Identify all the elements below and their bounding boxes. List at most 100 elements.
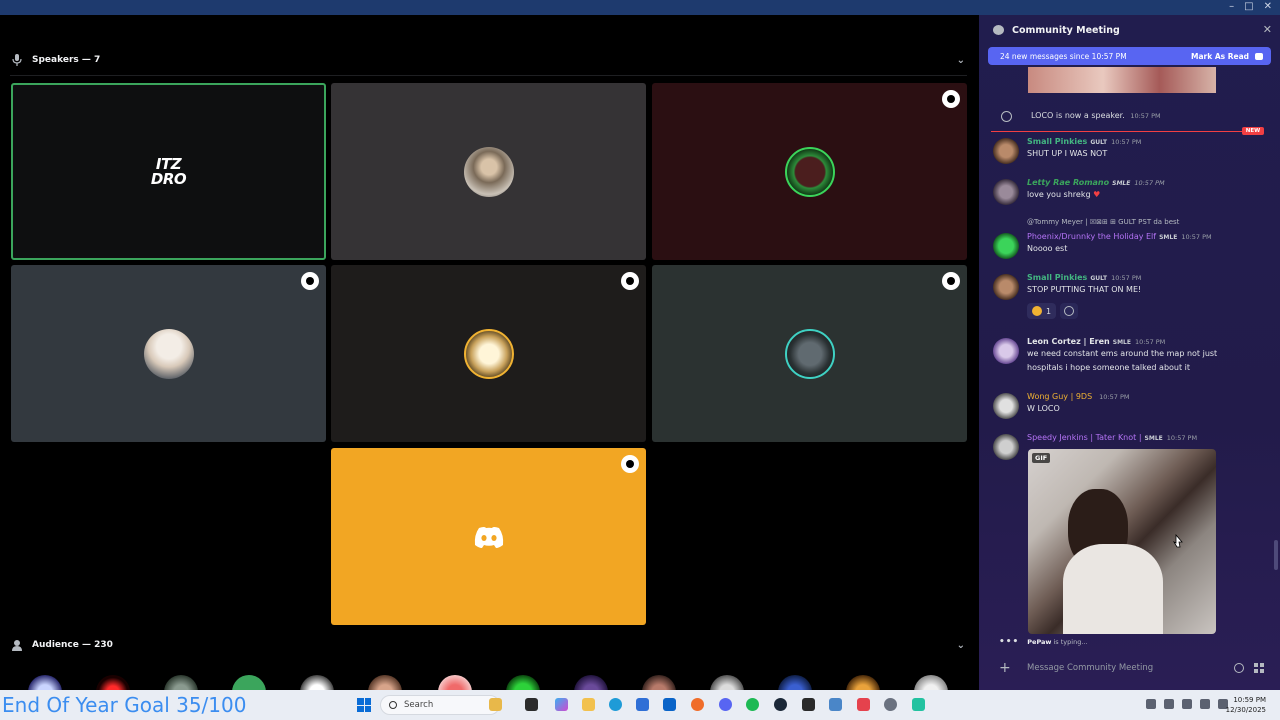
store-icon[interactable]: [636, 698, 649, 711]
speakers-header[interactable]: Speakers — 7 ⌄: [0, 45, 977, 75]
reply-reference[interactable]: @Tommy Meyer | ☒⊠⊞ ⊞ GULT PST da best: [1027, 218, 1179, 226]
speaker-tile[interactable]: [331, 265, 646, 442]
message-author[interactable]: Leon Cortez | Eren SMLE 10:57 PM: [1027, 337, 1165, 346]
new-messages-banner[interactable]: 24 new messages since 10:57 PM Mark As R…: [988, 47, 1271, 65]
typing-text: PePaw is typing...: [1027, 638, 1087, 646]
chat-scrollbar[interactable]: [1274, 540, 1278, 570]
avatar[interactable]: [993, 393, 1019, 419]
discord-icon[interactable]: [719, 698, 732, 711]
message-text-line-2: hospitals i hope someone talked about it: [1027, 363, 1191, 372]
folder-icon[interactable]: [582, 698, 595, 711]
maximize-button[interactable]: □: [1244, 1, 1253, 12]
guild-tag: SMLE: [1144, 435, 1163, 442]
network-icon[interactable]: [1182, 699, 1192, 709]
volume-icon[interactable]: [1200, 699, 1210, 709]
outlook-icon[interactable]: [663, 698, 676, 711]
message-text-content: love you shrekg: [1027, 190, 1091, 199]
system-message: LOCO is now a speaker. 10:57 PM: [979, 108, 1280, 124]
app-root: – □ ✕ Speakers — 7 ⌄ ITZ DRO Audience — …: [0, 0, 1280, 720]
settings-icon[interactable]: [884, 698, 897, 711]
guild-tag: GULT: [1090, 275, 1108, 282]
system-message-text: LOCO is now a speaker. 10:57 PM: [1031, 111, 1161, 120]
message-author[interactable]: Small Pinkies GULT 10:57 PM: [1027, 273, 1141, 282]
guild-tag: GULT: [1090, 139, 1108, 146]
microphone-tray-icon[interactable]: [1164, 699, 1174, 709]
chevron-down-icon[interactable]: ⌄: [957, 640, 965, 651]
message-text: we need constant ems around the map not …: [1027, 349, 1218, 358]
stage-area: Speakers — 7 ⌄ ITZ DRO Audience — 230 ⌄: [0, 15, 977, 709]
notepad-icon[interactable]: [829, 698, 842, 711]
minimize-button[interactable]: –: [1229, 1, 1234, 12]
taskbar-clock[interactable]: 10:59 PM 12/30/2025: [1226, 695, 1266, 715]
speaker-tile[interactable]: [652, 265, 967, 442]
gif-attachment[interactable]: GIF: [1028, 449, 1216, 634]
message-author[interactable]: Phoenix/Drunnky the Holiday Elf SMLE 10:57…: [1027, 232, 1212, 241]
chat-title: Community Meeting: [1012, 24, 1120, 36]
guild-tag: SMLE: [1159, 234, 1178, 241]
message-author[interactable]: Wong Guy | 9DS 10:57 PM: [1027, 392, 1129, 401]
system-user[interactable]: LOCO: [1031, 111, 1053, 120]
emoji-picker-icon[interactable]: [1234, 663, 1244, 673]
avatar[interactable]: [993, 274, 1019, 300]
avatar[interactable]: [993, 179, 1019, 205]
apps-grid-icon[interactable]: [1254, 663, 1264, 673]
avatar[interactable]: [993, 233, 1019, 259]
message-author[interactable]: Letty Rae Romano SMLE 10:57 PM: [1027, 178, 1165, 187]
firefox-icon[interactable]: [691, 698, 704, 711]
steam-icon[interactable]: [774, 698, 787, 711]
speaker-tile[interactable]: [11, 265, 326, 442]
file-explorer-icon[interactable]: [489, 698, 502, 711]
terminal-icon[interactable]: [802, 698, 815, 711]
chevron-down-icon[interactable]: ⌄: [957, 55, 965, 66]
mark-as-read-button[interactable]: Mark As Read: [1191, 52, 1249, 61]
gif-image-partial[interactable]: [1028, 67, 1216, 93]
speaker-tile[interactable]: [331, 83, 646, 260]
search-placeholder: Search: [404, 700, 434, 710]
task-view-icon[interactable]: [525, 698, 538, 711]
speaker-tile-default[interactable]: [331, 448, 646, 625]
people-icon: [12, 639, 22, 651]
message-text: STOP PUTTING THAT ON ME!: [1027, 285, 1142, 294]
chat-header: Community Meeting ✕: [979, 15, 1280, 45]
message-text: W LOCO: [1027, 404, 1060, 413]
message-author[interactable]: Speedy Jenkins | Tater Knot | SMLE 10:57 P…: [1027, 433, 1197, 442]
avatar[interactable]: [993, 338, 1019, 364]
timestamp: 10:57 PM: [1134, 179, 1165, 187]
chevron-up-icon[interactable]: [1146, 699, 1156, 709]
reaction-bar: 1: [1027, 303, 1079, 319]
guild-tag: SMLE: [1112, 180, 1131, 187]
mouse-cursor-icon: [1173, 534, 1183, 548]
avatar: [463, 146, 514, 197]
copilot-icon[interactable]: [555, 698, 568, 711]
timestamp: 10:57 PM: [1181, 233, 1212, 241]
chat-panel: Community Meeting ✕ 24 new messages sinc…: [979, 15, 1280, 690]
windows-taskbar: End Of Year Goal 35/100 Search 10:59 PM …: [0, 690, 1280, 720]
add-reaction-icon[interactable]: [1060, 303, 1079, 319]
message-composer[interactable]: + Message Community Meeting: [989, 655, 1272, 681]
avatar[interactable]: [993, 138, 1019, 164]
author-name: Phoenix/Drunnky the Holiday Elf: [1027, 232, 1157, 241]
windows-start-icon[interactable]: [357, 698, 371, 712]
speaker-tile-itzdro[interactable]: ITZ DRO: [11, 83, 326, 260]
avatar[interactable]: [993, 434, 1019, 460]
audience-count-label: Audience — 230: [32, 640, 113, 650]
audience-header[interactable]: Audience — 230 ⌄: [0, 630, 977, 660]
close-icon[interactable]: ✕: [1263, 23, 1272, 36]
new-divider: [991, 131, 1242, 132]
spotify-icon[interactable]: [746, 698, 759, 711]
timestamp: 10:57 PM: [1166, 434, 1198, 442]
stage-moderator-icon: [301, 272, 319, 290]
close-window-button[interactable]: ✕: [1264, 1, 1272, 12]
add-attachment-icon[interactable]: +: [999, 660, 1013, 676]
valorant-icon[interactable]: [857, 698, 870, 711]
reaction-pill[interactable]: 1: [1027, 303, 1057, 319]
guild-tag: SMLE: [1112, 339, 1131, 346]
timestamp: 10:57 PM: [1099, 393, 1130, 401]
app-icon[interactable]: [912, 698, 925, 711]
message-author[interactable]: Small Pinkies GULT 10:57 PM: [1027, 137, 1141, 146]
taskbar-search[interactable]: Search: [380, 695, 500, 715]
edge-icon[interactable]: [609, 698, 622, 711]
author-name: Speedy Jenkins | Tater Knot |: [1027, 433, 1142, 442]
itzdro-logo: ITZ DRO: [151, 156, 187, 187]
speaker-tile[interactable]: [652, 83, 967, 260]
